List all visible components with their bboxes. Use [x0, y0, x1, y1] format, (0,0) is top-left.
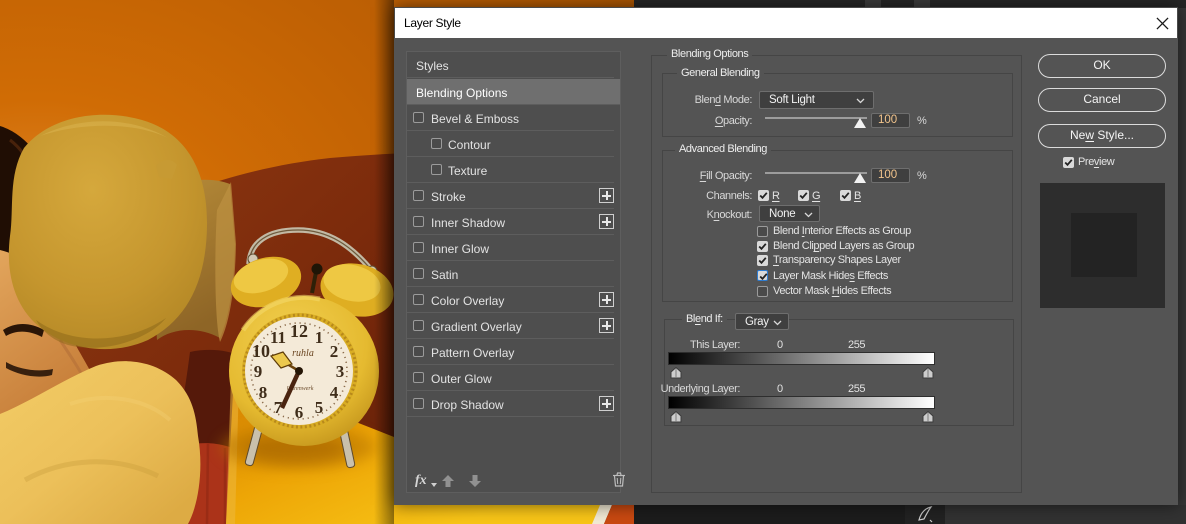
svg-text:3: 3 [336, 362, 345, 381]
svg-text:4: 4 [330, 383, 339, 402]
svg-text:9: 9 [254, 362, 263, 381]
svg-text:8: 8 [259, 383, 268, 402]
svg-text:6: 6 [295, 403, 304, 422]
svg-text:2: 2 [330, 342, 339, 361]
svg-text:5: 5 [315, 398, 324, 417]
svg-text:10: 10 [252, 341, 270, 361]
svg-text:11: 11 [270, 328, 286, 347]
svg-text:1: 1 [315, 328, 324, 347]
svg-text:12: 12 [290, 321, 308, 341]
svg-text:ruhla: ruhla [292, 348, 314, 359]
